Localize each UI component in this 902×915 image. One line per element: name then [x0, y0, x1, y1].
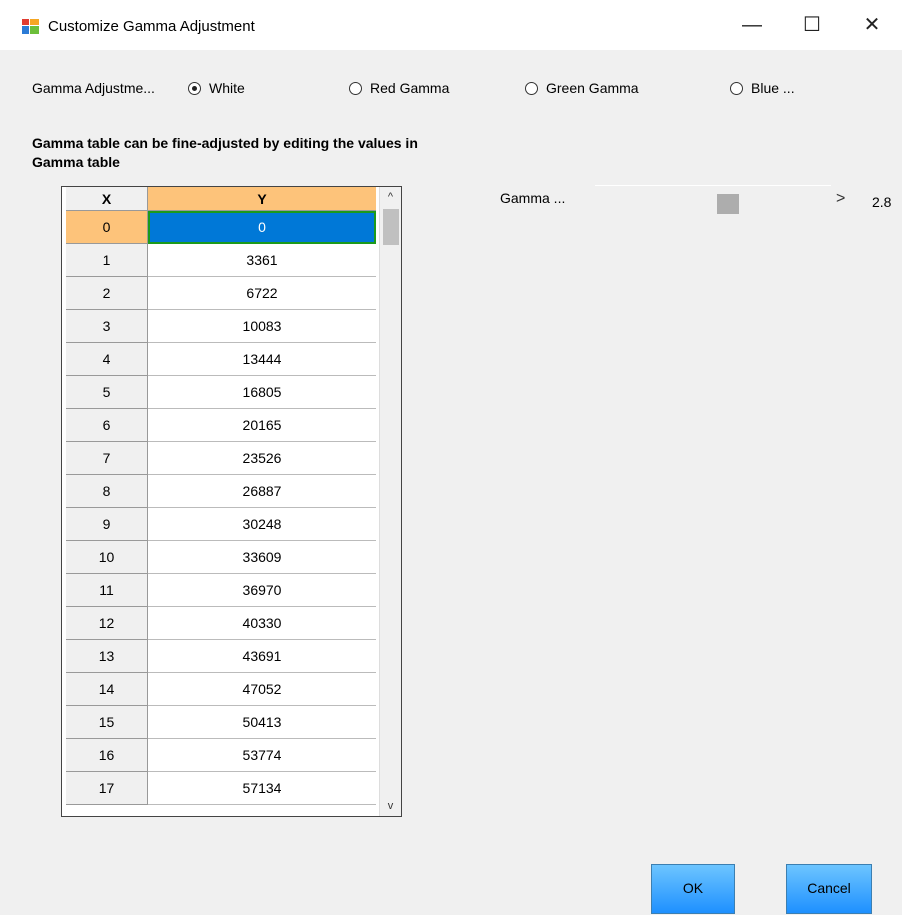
cell-x[interactable]: 14	[66, 673, 148, 706]
cell-y[interactable]: 26887	[148, 475, 376, 508]
cell-y[interactable]: 10083	[148, 310, 376, 343]
cell-y[interactable]: 47052	[148, 673, 376, 706]
slider-arrow-icon[interactable]: >	[836, 190, 845, 208]
radio-unchecked-icon	[349, 82, 362, 95]
cell-x[interactable]: 13	[66, 640, 148, 673]
gamma-slider-thumb[interactable]	[717, 194, 739, 214]
table-row[interactable]: 17 57134	[62, 772, 376, 805]
cell-x[interactable]: 2	[66, 277, 148, 310]
radio-green-gamma-label: Green Gamma	[546, 80, 639, 96]
cell-x[interactable]: 3	[66, 310, 148, 343]
table-row[interactable]: 10 33609	[62, 541, 376, 574]
cell-x[interactable]: 11	[66, 574, 148, 607]
radio-white[interactable]: White	[188, 80, 245, 96]
radio-red-gamma[interactable]: Red Gamma	[349, 80, 449, 96]
table-row[interactable]: 14 47052	[62, 673, 376, 706]
maximize-button[interactable]: ☐	[782, 0, 842, 50]
close-button[interactable]: ✕	[842, 0, 902, 50]
radio-blue-gamma[interactable]: Blue ...	[730, 80, 795, 96]
cell-y[interactable]: 20165	[148, 409, 376, 442]
cell-y[interactable]: 0	[148, 211, 376, 244]
scroll-down-icon[interactable]: v	[380, 796, 401, 816]
cell-x[interactable]: 9	[66, 508, 148, 541]
table-row[interactable]: 11 36970	[62, 574, 376, 607]
table-row[interactable]: 4 13444	[62, 343, 376, 376]
radio-unchecked-icon	[525, 82, 538, 95]
gamma-slider-label: Gamma ...	[500, 190, 566, 206]
title-bar: Customize Gamma Adjustment — ☐ ✕	[0, 0, 902, 50]
cell-y[interactable]: 30248	[148, 508, 376, 541]
cell-y[interactable]: 23526	[148, 442, 376, 475]
gamma-value: 2.8	[872, 194, 892, 210]
cell-x[interactable]: 6	[66, 409, 148, 442]
ok-button[interactable]: OK	[651, 864, 735, 914]
cell-x[interactable]: 16	[66, 739, 148, 772]
gamma-table[interactable]: X Y 0 0 1 3361 2 6722 3 10083 4 13444 5 16805 6 20165…	[61, 186, 402, 817]
gamma-slider[interactable]	[595, 185, 831, 215]
cell-x[interactable]: 5	[66, 376, 148, 409]
cell-y[interactable]: 33609	[148, 541, 376, 574]
app-icon	[22, 19, 39, 34]
radio-checked-icon	[188, 82, 201, 95]
table-row[interactable]: 00	[62, 211, 376, 244]
cell-y[interactable]: 13444	[148, 343, 376, 376]
cell-y[interactable]: 36970	[148, 574, 376, 607]
radio-green-gamma[interactable]: Green Gamma	[525, 80, 639, 96]
gamma-table-rows: 0 0 1 3361 2 6722 3 10083 4 13444 5 16805 6 20165 7 235…	[62, 211, 376, 805]
cell-x[interactable]: 15	[66, 706, 148, 739]
cell-x[interactable]: 7	[66, 442, 148, 475]
table-row[interactable]: 8 26887	[62, 475, 376, 508]
cell-x[interactable]: 8	[66, 475, 148, 508]
table-row[interactable]: 13 43691	[62, 640, 376, 673]
window-title: Customize Gamma Adjustment	[48, 18, 255, 35]
cell-x[interactable]: 17	[66, 772, 148, 805]
table-row[interactable]: 5 16805	[62, 376, 376, 409]
radio-blue-gamma-label: Blue ...	[751, 80, 795, 96]
cell-x[interactable]: 10	[66, 541, 148, 574]
radio-unchecked-icon	[730, 82, 743, 95]
table-row[interactable]: 2 6722	[62, 277, 376, 310]
cell-x[interactable]: 1	[66, 244, 148, 277]
cell-y[interactable]: 3361	[148, 244, 376, 277]
column-header-y[interactable]: Y	[148, 187, 376, 211]
table-row[interactable]: 16 53774	[62, 739, 376, 772]
cancel-button[interactable]: Cancel	[786, 864, 872, 914]
column-header-x[interactable]: X	[66, 187, 148, 211]
table-row[interactable]: 1 3361	[62, 244, 376, 277]
cell-y[interactable]: 16805	[148, 376, 376, 409]
gamma-table-header: X Y	[62, 187, 380, 211]
minimize-button[interactable]: —	[722, 0, 782, 50]
table-row[interactable]: 6 20165	[62, 409, 376, 442]
gamma-mode-label: Gamma Adjustme...	[32, 80, 155, 96]
cell-x[interactable]: 4	[66, 343, 148, 376]
vertical-scrollbar[interactable]: ^ v	[379, 187, 401, 816]
table-row[interactable]: 12 40330	[62, 607, 376, 640]
radio-red-gamma-label: Red Gamma	[370, 80, 450, 96]
cell-y[interactable]: 40330	[148, 607, 376, 640]
gamma-table-hint: Gamma table can be fine-adjusted by edit…	[32, 135, 418, 170]
scrollbar-thumb[interactable]	[383, 209, 399, 245]
cell-y[interactable]: 57134	[148, 772, 376, 805]
cell-y[interactable]: 50413	[148, 706, 376, 739]
table-row[interactable]: 7 23526	[62, 442, 376, 475]
table-row[interactable]: 3 10083	[62, 310, 376, 343]
cell-x[interactable]: 12	[66, 607, 148, 640]
table-row[interactable]: 9 30248	[62, 508, 376, 541]
radio-white-label: White	[209, 80, 245, 96]
table-row[interactable]: 15 50413	[62, 706, 376, 739]
cell-y[interactable]: 53774	[148, 739, 376, 772]
cell-y[interactable]: 43691	[148, 640, 376, 673]
cell-y[interactable]: 6722	[148, 277, 376, 310]
scroll-up-icon[interactable]: ^	[380, 187, 401, 207]
cell-x[interactable]: 0	[66, 211, 148, 244]
